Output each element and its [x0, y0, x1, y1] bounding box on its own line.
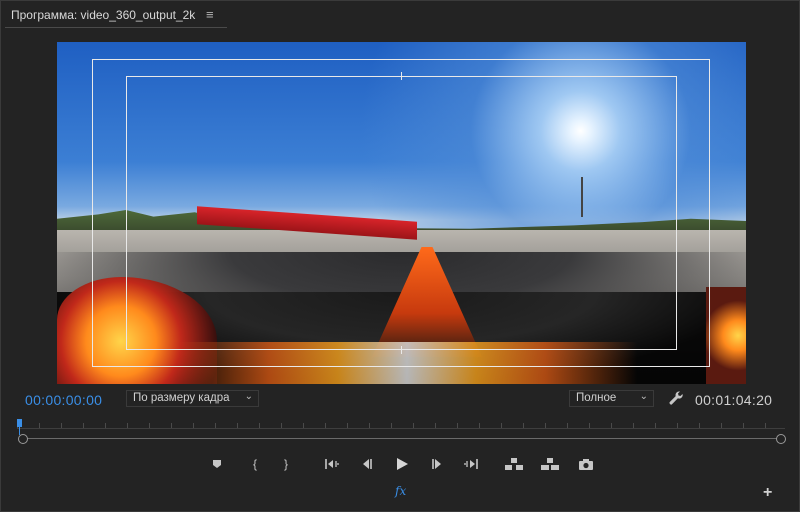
playhead-handle[interactable] [17, 419, 22, 427]
current-timecode[interactable]: 00:00:00:00 [25, 392, 102, 408]
duration-timecode: 00:01:04:20 [695, 392, 773, 408]
fit-select[interactable]: По размеру кадра ⌄ [126, 390, 259, 407]
panel-tab-bar: Программа: video_360_output_2k ≡ [1, 1, 799, 31]
hamburger-icon[interactable]: ≡ [206, 7, 214, 22]
step-back-icon[interactable] [358, 456, 376, 472]
add-marker-icon[interactable] [208, 456, 226, 472]
ruler-line [17, 428, 785, 429]
chevron-down-icon: ⌄ [244, 391, 253, 402]
mark-out-icon[interactable]: } [277, 456, 295, 472]
zoom-handle-left[interactable] [18, 434, 28, 444]
playback-resolution-select[interactable]: Полное ⌄ [569, 390, 654, 407]
transport-controls: { } [1, 456, 800, 474]
time-ruler[interactable] [17, 419, 785, 435]
add-button[interactable]: + [763, 484, 772, 502]
go-to-out-icon[interactable] [462, 456, 480, 472]
program-monitor-panel: Программа: video_360_output_2k ≡ 00:00:0… [0, 0, 800, 512]
lift-icon[interactable] [505, 456, 523, 472]
go-to-in-icon[interactable] [323, 456, 341, 472]
wrench-icon[interactable] [668, 390, 684, 406]
zoom-scroll-bar[interactable] [23, 438, 781, 439]
panel-title[interactable]: Программа: video_360_output_2k [11, 8, 195, 22]
quality-select-value: Полное [576, 392, 617, 404]
step-forward-icon[interactable] [428, 456, 446, 472]
mark-in-icon[interactable]: { [246, 456, 264, 472]
zoom-handle-right[interactable] [776, 434, 786, 444]
center-tick-bottom [401, 346, 402, 354]
tab-underline [5, 27, 227, 28]
video-viewer[interactable] [57, 42, 746, 384]
extract-icon[interactable] [541, 456, 559, 472]
play-icon[interactable] [393, 456, 411, 472]
chevron-down-icon: ⌄ [639, 391, 648, 402]
fit-select-value: По размеру кадра [133, 392, 230, 404]
flame-graphic-right [706, 287, 746, 384]
camera-icon[interactable] [577, 456, 595, 472]
fx-badge[interactable]: fx [395, 484, 406, 498]
title-safe-margin [126, 76, 677, 350]
center-tick-top [401, 72, 402, 80]
